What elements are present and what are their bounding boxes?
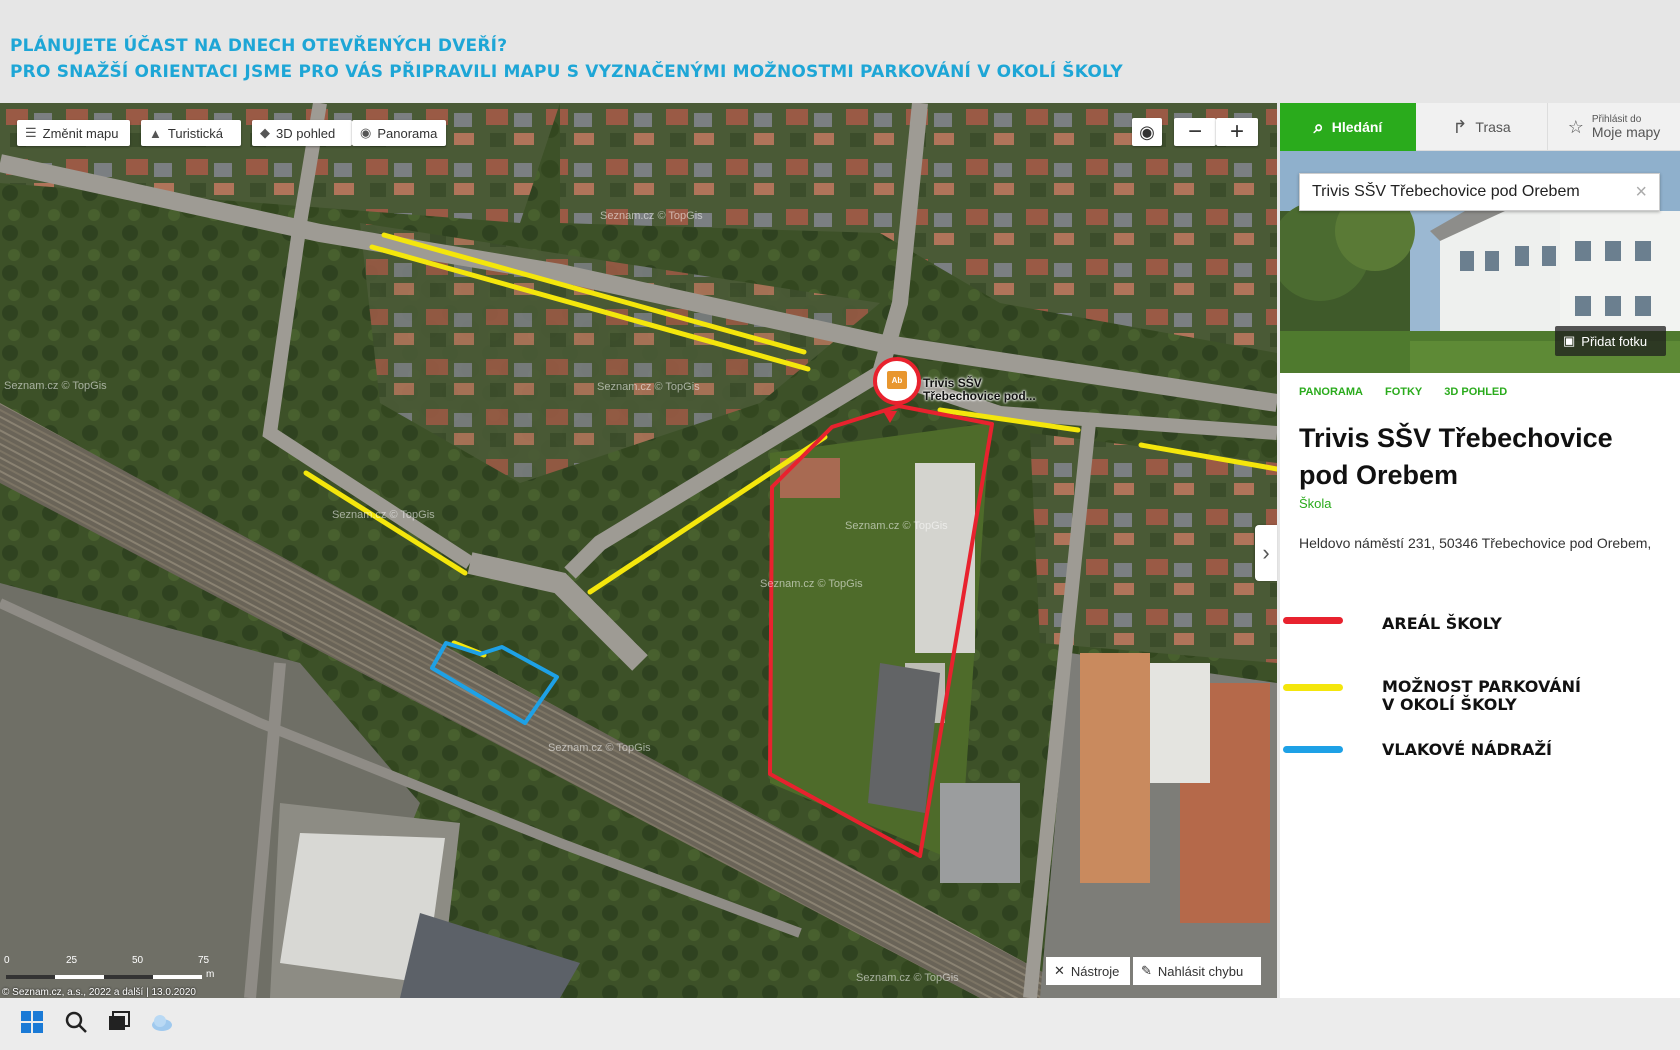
wrench-icon: ✕	[1054, 963, 1065, 978]
tab-search[interactable]: ⌕ Hledání	[1280, 103, 1416, 151]
zoom-in-label: +	[1229, 118, 1244, 145]
map-watermark: Seznam.cz © TopGis	[600, 210, 703, 222]
add-photo-button[interactable]: ▣ Přidat fotku	[1555, 326, 1666, 356]
panorama-button[interactable]: ◉ Panorama	[352, 120, 446, 146]
tab-my-maps[interactable]: ☆ Přihlásit do Moje mapy	[1548, 103, 1680, 151]
search-icon[interactable]	[64, 1010, 88, 1034]
panel-collapse-button[interactable]: ›	[1255, 525, 1277, 581]
map-watermark: Seznam.cz © TopGis	[856, 972, 959, 984]
place-type[interactable]: Škola	[1299, 496, 1332, 511]
map-watermark: Seznam.cz © TopGis	[597, 381, 700, 393]
weather-icon[interactable]	[150, 1010, 174, 1034]
tourist-label: Turistická	[167, 125, 224, 141]
clear-icon[interactable]: ×	[1635, 181, 1647, 204]
map-watermark: Seznam.cz © TopGis	[4, 380, 107, 392]
scale-unit: m	[206, 969, 215, 980]
header-banner: PLÁNUJETE ÚČAST NA DNECH OTEVŘENÝCH DVEŘ…	[0, 0, 1680, 103]
side-panel: ⌕ Hledání ↱ Trasa ☆ Přihlásit do Moje ma…	[1280, 103, 1680, 998]
link-3d-view[interactable]: 3D POHLED	[1444, 386, 1507, 398]
tab-route-label: Trasa	[1475, 119, 1511, 135]
pencil-icon: ✎	[1141, 963, 1152, 978]
locate-button[interactable]: ◉	[1132, 118, 1162, 146]
report-error-button[interactable]: ✎ Nahlásit chybu	[1133, 957, 1261, 985]
layers-icon: ☰	[25, 125, 37, 140]
map-watermark: Seznam.cz © TopGis	[332, 509, 435, 521]
tab-search-label: Hledání	[1331, 119, 1383, 135]
poi-label[interactable]: Trivis SŠV Třebechovice pod...	[923, 377, 1043, 403]
target-icon: ◉	[1139, 121, 1155, 142]
legend-swatch-parking	[1283, 684, 1343, 691]
search-icon: ⌕	[1313, 116, 1324, 137]
zoom-in-button[interactable]: +	[1216, 118, 1258, 146]
zoom-out-label: −	[1187, 118, 1202, 145]
tools-label: Nástroje	[1070, 963, 1120, 979]
scale-tick: 50	[132, 955, 144, 966]
taskbar	[0, 998, 1680, 1050]
zoom-out-button[interactable]: −	[1174, 118, 1216, 146]
search-input-value: Trivis SŠV Třebechovice pod Orebem	[1312, 183, 1580, 200]
route-arrow-icon: ↱	[1452, 116, 1468, 137]
tourist-map-button[interactable]: ▲ Turistická	[141, 120, 241, 146]
place-address: Heldovo náměstí 231, 50346 Třebechovice …	[1299, 535, 1652, 551]
add-photo-label: Přidat fotku	[1581, 333, 1648, 349]
page: PLÁNUJETE ÚČAST NA DNECH OTEVŘENÝCH DVEŘ…	[0, 0, 1680, 1050]
scale-tick: 25	[66, 955, 78, 966]
map-watermark: Seznam.cz © TopGis	[548, 742, 651, 754]
scale-tick: 75	[198, 955, 210, 966]
poi-label-line-2: Třebechovice pod...	[923, 389, 1036, 403]
place-links: PANORAMA FOTKY 3D POHLED	[1299, 386, 1507, 398]
banner-line-2: PRO SNAŽŠÍ ORIENTACI JSME PRO VÁS PŘIPRA…	[10, 62, 1123, 82]
legend-label-parking: MOŽNOST PARKOVÁNÍ V OKOLÍ ŠKOLY	[1382, 677, 1581, 714]
search-input[interactable]: Trivis SŠV Třebechovice pod Orebem ×	[1299, 173, 1660, 211]
satellite-map[interactable]: Ab	[0, 103, 1277, 998]
eye-icon: ◉	[360, 125, 372, 140]
tab-route[interactable]: ↱ Trasa	[1416, 103, 1548, 151]
place-title: Trivis SŠV Třebechovice pod Orebem	[1299, 423, 1613, 490]
cube-icon: ◆	[260, 125, 270, 140]
scale-tick: 0	[4, 955, 10, 966]
legend-swatch-station	[1283, 746, 1343, 753]
legend-label-school-area: AREÁL ŠKOLY	[1382, 614, 1502, 633]
change-map-button[interactable]: ☰ Změnit mapu	[17, 120, 130, 146]
chevron-right-icon: ›	[1262, 540, 1270, 565]
3d-view-label: 3D pohled	[276, 125, 336, 141]
report-error-label: Nahlásit chybu	[1157, 963, 1244, 979]
panorama-label: Panorama	[377, 125, 438, 141]
change-map-label: Změnit mapu	[42, 125, 119, 141]
legend-label-station: VLAKOVÉ NÁDRAŽÍ	[1382, 740, 1553, 759]
mountain-icon: ▲	[149, 125, 162, 141]
legend-swatch-school-area	[1283, 617, 1343, 624]
camera-icon: ▣	[1563, 333, 1576, 348]
tools-button[interactable]: ✕ Nástroje	[1046, 957, 1130, 985]
task-view-icon[interactable]	[107, 1010, 131, 1034]
aerial-imagery: Ab	[0, 103, 1277, 998]
link-photos[interactable]: FOTKY	[1385, 386, 1422, 398]
windows-start-icon[interactable]	[20, 1010, 44, 1034]
login-big-label: Moje mapy	[1591, 124, 1661, 140]
star-icon: ☆	[1567, 116, 1584, 137]
banner-line-1: PLÁNUJETE ÚČAST NA DNECH OTEVŘENÝCH DVEŘ…	[10, 36, 508, 56]
link-panorama[interactable]: PANORAMA	[1299, 386, 1363, 398]
3d-view-button[interactable]: ◆ 3D pohled	[252, 120, 352, 146]
map-copyright: © Seznam.cz, a.s., 2022 a další | 13.0.2…	[2, 987, 196, 998]
svg-text:Ab: Ab	[892, 376, 903, 385]
map-watermark: Seznam.cz © TopGis	[845, 520, 948, 532]
map-watermark: Seznam.cz © TopGis	[760, 578, 863, 590]
panel-tabs: ⌕ Hledání ↱ Trasa ☆ Přihlásit do Moje ma…	[1280, 103, 1680, 151]
scale-bar	[6, 975, 202, 979]
